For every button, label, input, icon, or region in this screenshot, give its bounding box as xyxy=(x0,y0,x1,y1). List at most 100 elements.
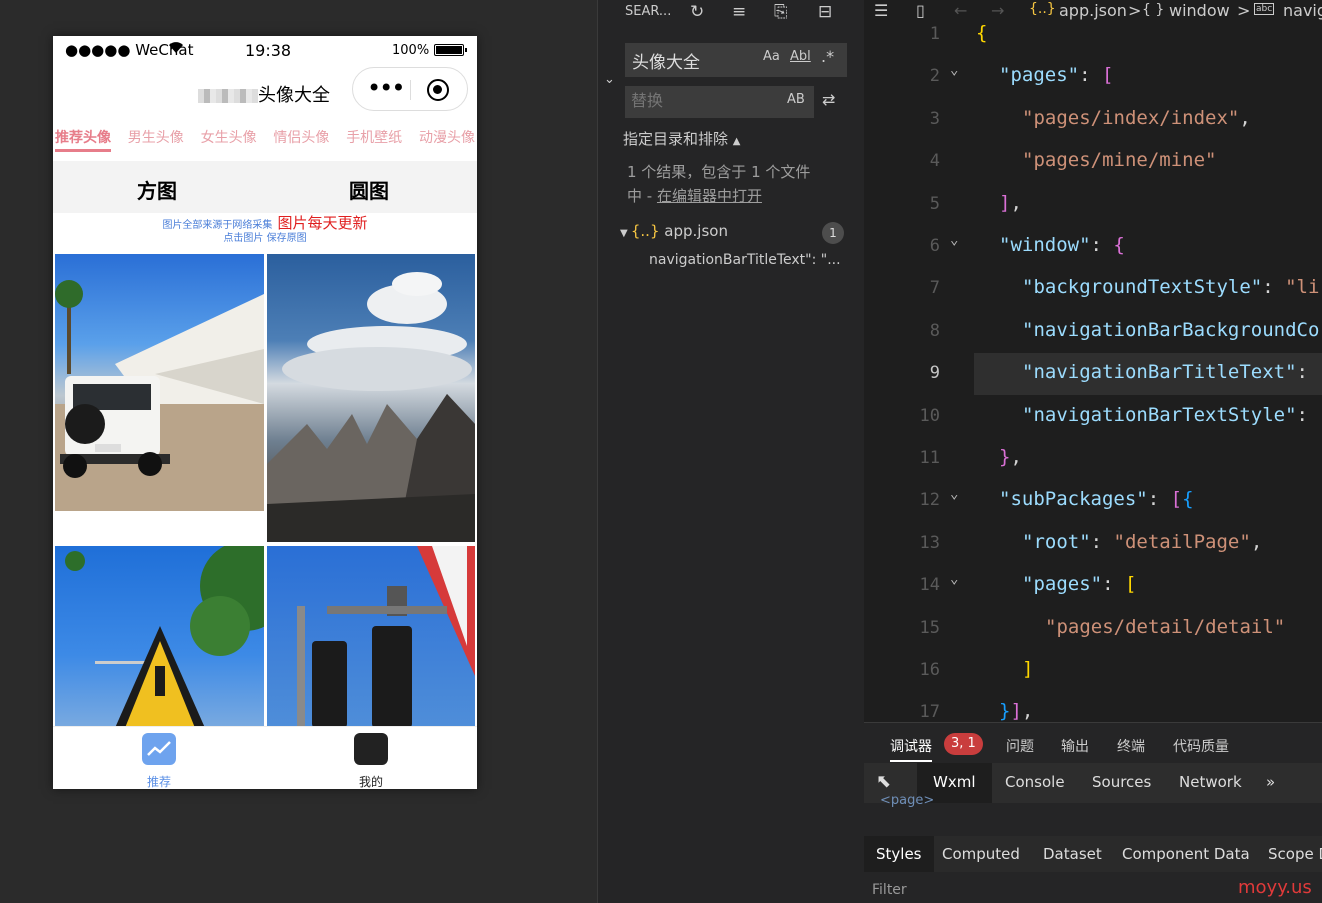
filter-label[interactable]: Filter xyxy=(872,882,907,898)
result-file-row[interactable]: ▼ {..} app.json xyxy=(620,222,728,240)
code-token: "navigationBarBackgroundCo xyxy=(1022,318,1320,341)
search-panel: SEAR... ↻ ≡ ⎘ ⊟ ⌄ Aa Abl .* AB ⇄ 指定目录和排除… xyxy=(597,0,864,903)
code-text: "root": "detailPage", xyxy=(1022,531,1262,553)
tab-computed[interactable]: Computed xyxy=(942,845,1020,863)
code-token: "navigationBarTextStyle" xyxy=(1022,403,1297,426)
tab-mine[interactable]: 我的 xyxy=(265,727,477,789)
match-case-icon[interactable]: Aa xyxy=(763,49,780,64)
inspect-icon[interactable]: ⬉ xyxy=(876,771,891,792)
preserve-case-icon[interactable]: AB xyxy=(787,92,805,107)
code-line[interactable]: 11}, xyxy=(864,438,1322,480)
code-line[interactable]: 10 "navigationBarTextStyle": xyxy=(864,396,1322,438)
code-token: "backgroundTextStyle" xyxy=(1022,276,1263,299)
code-line[interactable]: 4 "pages/mine/mine" xyxy=(864,141,1322,183)
code-token: "pages" xyxy=(999,64,1080,87)
code-line[interactable]: 1{ xyxy=(864,14,1322,56)
refresh-icon[interactable]: ↻ xyxy=(690,2,704,22)
tab-network[interactable]: Network xyxy=(1179,773,1242,791)
tab-square[interactable]: 方图 xyxy=(137,175,177,204)
avatar-image[interactable] xyxy=(267,254,475,542)
code-line[interactable]: 5], xyxy=(864,184,1322,226)
category-tab[interactable]: 动漫头像 xyxy=(419,124,475,154)
code-line[interactable]: 6 ⌄ "window": { xyxy=(864,226,1322,268)
more-tabs-icon[interactable]: » xyxy=(1266,773,1275,791)
open-in-editor-link[interactable]: 在编辑器中打开 xyxy=(657,187,762,205)
fold-chevron-icon[interactable]: ⌄ xyxy=(950,232,958,248)
code-text: "navigationBarTitleText": xyxy=(1022,361,1308,383)
line-number: 15 xyxy=(919,617,940,638)
code-line[interactable]: 2 ⌄ "pages": [ xyxy=(864,56,1322,98)
tab-round[interactable]: 圆图 xyxy=(349,175,389,204)
tab-output[interactable]: 输出 xyxy=(1061,736,1089,756)
tab-styles[interactable]: Styles xyxy=(864,836,934,872)
more-icon[interactable]: ••• xyxy=(367,74,405,102)
result-match-preview[interactable]: navigationBarTitleText": "... xyxy=(649,252,841,268)
tab-dataset[interactable]: Dataset xyxy=(1043,845,1102,863)
code-line[interactable]: 16] xyxy=(864,650,1322,692)
collapse-all-icon[interactable]: ⊟ xyxy=(818,2,832,22)
debugger-panel: 调试器 3, 1 问题 输出 终端 代码质量 ⬉ Wxml Console So… xyxy=(864,722,1322,903)
shape-tabs: 方图 圆图 xyxy=(53,161,477,213)
line-number: 11 xyxy=(919,448,940,468)
tab-component-data[interactable]: Component Data xyxy=(1122,845,1250,863)
code-line[interactable]: 8 "navigationBarBackgroundCo xyxy=(864,311,1322,353)
tab-sources[interactable]: Sources xyxy=(1092,773,1151,791)
error-badge: 3, 1 xyxy=(944,733,983,755)
tab-code-quality[interactable]: 代码质量 xyxy=(1173,736,1229,756)
code-line[interactable]: 17}], xyxy=(864,692,1322,722)
code-token: : xyxy=(1079,64,1102,87)
status-bar: ●●●●● WeChat 19:38 100% xyxy=(53,36,477,64)
code-line[interactable]: 3 "pages/index/index", xyxy=(864,99,1322,141)
code-token: , xyxy=(1239,106,1251,129)
chevron-down-icon[interactable]: ⌄ xyxy=(604,72,615,87)
chevron-down-icon: ▼ xyxy=(620,228,631,239)
tab-scope-data[interactable]: Scope D xyxy=(1268,845,1322,863)
code-text: "backgroundTextStyle": "li xyxy=(1022,276,1319,298)
code-line[interactable]: 7 "backgroundTextStyle": "li xyxy=(864,268,1322,310)
code-token: "detailPage" xyxy=(1113,530,1251,553)
fold-chevron-icon[interactable]: ⌄ xyxy=(950,486,958,502)
code-token: { xyxy=(1113,234,1125,256)
code-line[interactable]: 15 "pages/detail/detail" xyxy=(864,608,1322,650)
avatar-image[interactable] xyxy=(267,546,475,728)
code-line[interactable]: 13 "root": "detailPage", xyxy=(864,523,1322,565)
page-title-text: 头像大全 xyxy=(258,85,330,106)
code-token: , xyxy=(1250,530,1263,553)
tab-debugger[interactable]: 调试器 xyxy=(890,736,932,762)
regex-icon[interactable]: .* xyxy=(821,47,834,66)
clear-results-icon[interactable]: ≡ xyxy=(732,2,746,22)
code-text: "window": { xyxy=(999,234,1125,256)
code-token: , xyxy=(1010,191,1022,214)
code-line[interactable]: 9 "navigationBarTitleText": xyxy=(864,353,1322,396)
code-token: : xyxy=(1262,276,1286,299)
fold-chevron-icon[interactable]: ⌄ xyxy=(950,62,958,78)
category-tab[interactable]: 推荐头像 xyxy=(55,124,111,152)
tab-recommend-label: 推荐 xyxy=(146,775,171,789)
category-tab[interactable]: 女生头像 xyxy=(201,124,257,154)
include-exclude-toggle[interactable]: 指定目录和排除 ▲ xyxy=(623,128,741,149)
code-text: "pages": [ xyxy=(1022,573,1136,595)
avatar-image[interactable] xyxy=(55,254,264,511)
avatar-image[interactable] xyxy=(55,546,264,728)
category-tab[interactable]: 手机壁纸 xyxy=(346,124,402,154)
close-miniprogram-icon[interactable] xyxy=(427,79,449,101)
replace-all-icon[interactable]: ⇄ xyxy=(822,90,835,109)
code-token: : xyxy=(1102,573,1125,596)
tab-recommend[interactable]: 推荐 xyxy=(53,727,265,789)
tab-console[interactable]: Console xyxy=(1005,773,1065,791)
replace-input[interactable] xyxy=(631,91,771,110)
category-tab[interactable]: 情侣头像 xyxy=(273,124,329,154)
code-line[interactable]: 14 ⌄ "pages": [ xyxy=(864,565,1322,607)
category-tab[interactable]: 男生头像 xyxy=(128,124,184,154)
code-token: : xyxy=(1296,361,1308,384)
match-word-icon[interactable]: Abl xyxy=(790,49,811,64)
new-search-editor-icon[interactable]: ⎘ xyxy=(774,2,788,22)
search-input[interactable] xyxy=(632,50,756,70)
tab-bar: 推荐 我的 xyxy=(53,726,477,789)
tab-problems[interactable]: 问题 xyxy=(1006,736,1034,756)
fold-chevron-icon[interactable]: ⌄ xyxy=(950,571,958,587)
code-line[interactable]: 12 ⌄ "subPackages": [{ xyxy=(864,480,1322,522)
tab-terminal[interactable]: 终端 xyxy=(1117,736,1145,756)
wxml-page-node[interactable]: <page> xyxy=(880,793,934,808)
code-token: "root" xyxy=(1022,530,1091,553)
